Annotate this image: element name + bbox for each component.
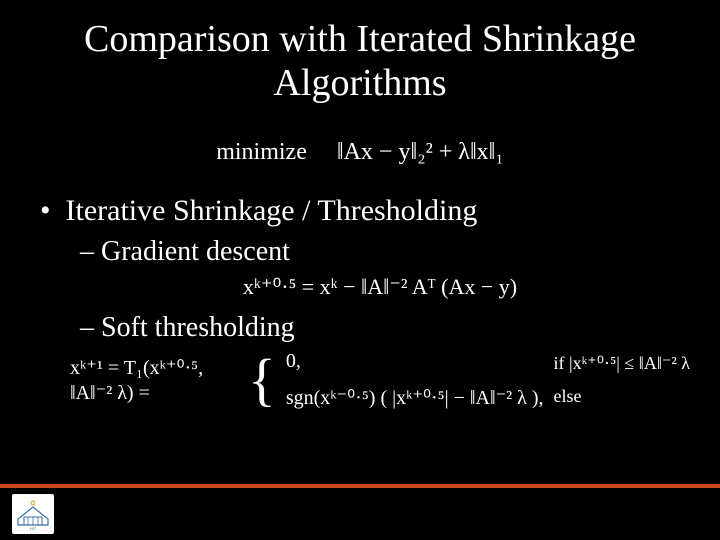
soft-lhs: xᵏ⁺¹ = T₁(xᵏ⁺⁰·⁵, ‖A‖⁻² λ) = — [70, 355, 238, 405]
soft-threshold-cases: 0, sgn(xᵏ⁻⁰·⁵) ( |xᵏ⁺⁰·⁵| − ‖A‖⁻² λ ), — [286, 350, 544, 410]
slide-title: Comparison with Iterated Shrinkage Algor… — [0, 0, 720, 105]
minimize-label: minimize — [216, 139, 307, 165]
gd-expression: xᵏ⁺⁰·⁵ = xᵏ − ‖A‖⁻² Aᵀ (Ax − y) — [243, 274, 517, 299]
case1-condition: if |xᵏ⁺⁰·⁵| ≤ ‖A‖⁻² λ — [554, 353, 690, 374]
soft-threshold-conditions: if |xᵏ⁺⁰·⁵| ≤ ‖A‖⁻² λ else — [554, 353, 690, 407]
bullet-text: Iterative Shrinkage / Thresholding — [66, 194, 478, 227]
brace-icon: { — [248, 351, 276, 409]
slide-content: minimize ‖Ax − y‖₂² + λ‖x‖₁ • Iterative … — [0, 105, 720, 410]
case1-value: 0, — [286, 350, 301, 373]
logo-icon: HIT — [14, 497, 52, 531]
footer-divider — [0, 484, 720, 488]
sub-bullet-soft-thresholding: – Soft thresholding — [80, 312, 690, 344]
sub-bullet-text: Gradient descent — [101, 236, 290, 267]
gradient-descent-equation: xᵏ⁺⁰·⁵ = xᵏ − ‖A‖⁻² Aᵀ (Ax − y) — [70, 274, 690, 300]
case2-condition-row: else — [554, 386, 690, 407]
institution-logo: HIT — [12, 494, 54, 534]
objective-expression: ‖Ax − y‖₂² + λ‖x‖₁ — [337, 139, 504, 165]
case2-value: sgn(xᵏ⁻⁰·⁵) ( |xᵏ⁺⁰·⁵| − ‖A‖⁻² λ ), — [286, 385, 544, 410]
soft-threshold-equation: xᵏ⁺¹ = T₁(xᵏ⁺⁰·⁵, ‖A‖⁻² λ) = { 0, sgn(xᵏ… — [70, 350, 690, 410]
case-sgn: sgn(xᵏ⁻⁰·⁵) ( |xᵏ⁺⁰·⁵| − ‖A‖⁻² λ ), — [286, 385, 544, 410]
bullet-iterative-shrinkage: • Iterative Shrinkage / Thresholding — [40, 194, 690, 228]
objective-equation: minimize ‖Ax − y‖₂² + λ‖x‖₁ — [30, 139, 690, 166]
case1-condition-row: if |xᵏ⁺⁰·⁵| ≤ ‖A‖⁻² λ — [554, 353, 690, 374]
logo-text: HIT — [30, 526, 37, 531]
case-zero: 0, — [286, 350, 544, 373]
sub-bullet-gradient-descent: – Gradient descent — [80, 236, 690, 268]
sub-bullet-text-2: Soft thresholding — [101, 312, 295, 343]
case2-condition: else — [554, 386, 582, 407]
